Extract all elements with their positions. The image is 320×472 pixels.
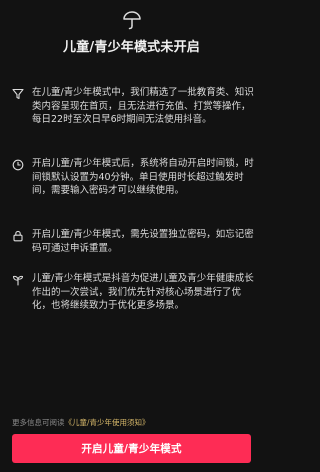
footer-note-prefix: 更多信息可阅读 [12,418,65,427]
enable-youth-mode-button[interactable]: 开启儿童/青少年模式 [12,434,251,463]
info-item-text: 儿童/青少年模式是抖音为促进儿童及青少年健康成长作出的一次尝试，我们优先针对核心… [32,273,254,311]
info-item-text: 在儿童/青少年模式中，我们精选了一批教育类、知识类内容呈现在首页，且无法进行充值… [32,87,254,125]
umbrella-icon [123,11,141,30]
usage-guidelines-link[interactable]: 《儿童/青少年使用须知》 [65,418,150,427]
youth-mode-page: 儿童/青少年模式未开启 在儿童/青少年模式中，我们精选了一批教育类、知识类内容呈… [0,0,263,472]
footer-note: 更多信息可阅读《儿童/青少年使用须知》 [12,417,150,428]
sprout-icon [12,275,24,286]
lock-icon [13,230,23,242]
info-item-text: 开启儿童/青少年模式，需先设置独立密码，如忘记密码可通过申诉重置。 [32,229,254,254]
filter-icon [12,88,24,100]
info-item-text: 开启儿童/青少年模式后，系统将自动开启时间锁，时间锁默认设置为40分钟。单日使用… [32,158,254,196]
page-title: 儿童/青少年模式未开启 [63,40,200,55]
clock-icon [12,159,24,171]
